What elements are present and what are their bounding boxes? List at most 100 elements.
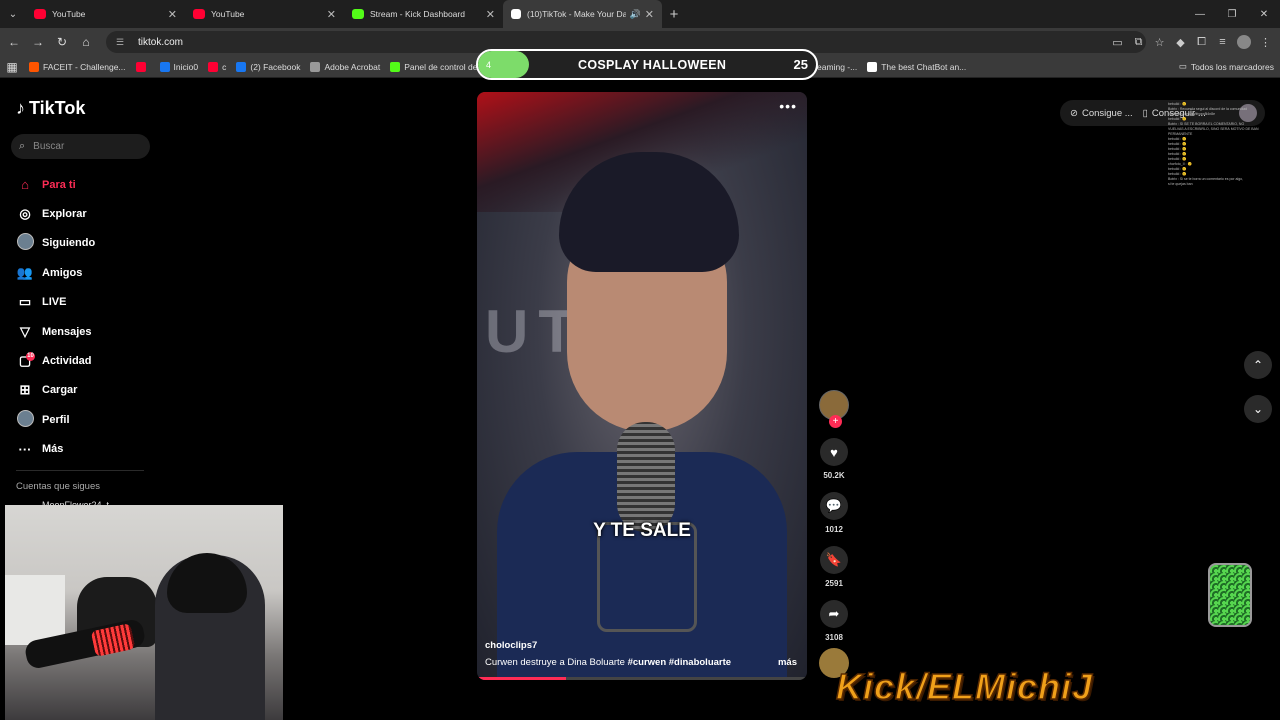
bookmark-item[interactable]: Panel de control de... [390, 61, 485, 72]
share-icon[interactable]: ➦ [820, 600, 848, 628]
search-input[interactable]: ⌕ Buscar [11, 134, 150, 159]
bookmark-item[interactable]: Adobe Acrobat [310, 61, 381, 72]
compass-icon: ◎ [19, 206, 31, 222]
bookmark-label: c [222, 61, 227, 72]
comment-action[interactable]: 💬 1012 [818, 492, 850, 534]
browser-menu-icon[interactable]: ⋮ [1255, 36, 1276, 49]
share-action[interactable]: ➦ 3108 [818, 600, 850, 642]
goal-title: COSPLAY HALLOWEEN [578, 57, 727, 72]
bookmark-item[interactable]: The best ChatBot an... [867, 61, 966, 72]
bookmark-star-icon[interactable]: ☆ [1149, 36, 1170, 49]
close-tab-icon[interactable]: ✕ [645, 8, 654, 21]
webcam-feed [5, 505, 283, 720]
speaker-icon[interactable]: 🔊 [630, 9, 641, 20]
sidebar-item-cargar[interactable]: ⊞ Cargar [16, 376, 95, 405]
tiktok-logo[interactable]: ♪ TikTok [16, 98, 85, 119]
goal-overlay: 4 COSPLAY HALLOWEEN 25 [476, 49, 818, 80]
webcam-shelf [5, 575, 65, 645]
more-button[interactable]: más [778, 657, 797, 668]
get-coins-button[interactable]: ⊘ Consigue ... [1070, 108, 1133, 119]
bookmark-label: (2) Facebook [250, 61, 301, 72]
close-tab-icon[interactable]: ✕ [486, 8, 495, 21]
browser-tab-tiktok[interactable]: (10)TikTok - Make Your Day 🔊 ✕ [503, 0, 662, 28]
media-control-icon[interactable]: ≡ [1212, 36, 1233, 48]
site-info-icon[interactable]: ☰ [116, 37, 128, 48]
forward-icon[interactable]: → [26, 35, 50, 49]
sidebar-item-mensajes[interactable]: ▽ Mensajes [16, 317, 95, 346]
close-tab-icon[interactable]: ✕ [327, 8, 336, 21]
kick-handle-banner: Kick/ELMichiJ [835, 665, 1094, 708]
home-browser-icon[interactable]: ⌂ [74, 35, 98, 49]
search-icon: ⌕ [19, 140, 26, 152]
more-icon: ··· [18, 441, 32, 457]
bookmark-item[interactable] [135, 61, 150, 72]
video-options-icon[interactable]: ••• [779, 98, 797, 114]
browser-tab-kick-dashboard[interactable]: Stream - Kick Dashboard ✕ [344, 0, 503, 28]
bookmark-label: Adobe Acrobat [324, 61, 381, 72]
bookmark-item[interactable]: Inicio0 [159, 61, 198, 72]
coin-icon: ⊘ [1070, 107, 1078, 119]
sidebar-item-más[interactable]: ··· Más [16, 435, 95, 464]
video-progress-bar[interactable] [477, 677, 807, 680]
stream-chat-overlay: bebuild : 🙂 Botrix : Recuerda segui al di… [1168, 102, 1278, 187]
bookmark-item[interactable]: (2) Facebook [236, 61, 301, 72]
translate-icon[interactable]: ⧉ [1128, 36, 1149, 49]
next-video-button[interactable]: ⌄ [1244, 395, 1272, 423]
browser-tab-youtube-2[interactable]: YouTube ✕ [185, 0, 344, 28]
comment-icon[interactable]: 💬 [820, 492, 848, 520]
extension-icon[interactable]: ◆ [1170, 36, 1191, 49]
bookmark-favicon-icon [159, 61, 170, 72]
goal-count: 25 [793, 57, 808, 72]
back-icon[interactable]: ← [2, 35, 26, 49]
folder-icon: ▭ [1178, 61, 1187, 71]
sidebar-item-label: Perfil [42, 413, 70, 426]
avatar [16, 233, 34, 251]
reload-icon[interactable]: ↻ [50, 35, 74, 49]
window-controls: — ❐ ✕ [1184, 0, 1280, 28]
video-author[interactable]: choloclips7 [485, 640, 537, 651]
apps-grid-icon[interactable]: ▦ [0, 60, 24, 74]
save-action[interactable]: 🔖 2591 [818, 546, 850, 588]
extensions-puzzle-icon[interactable]: ⧠ [1191, 36, 1212, 49]
like-action[interactable]: ♥ 50.2K [818, 438, 850, 480]
video-progress-fill [477, 677, 567, 680]
previous-video-button[interactable]: ⌃ [1244, 351, 1272, 379]
tiktok-favicon-icon [511, 9, 521, 19]
avatar [16, 409, 34, 427]
close-tab-icon[interactable]: ✕ [168, 8, 177, 21]
tab-search-chevron-icon[interactable]: ⌄ [0, 9, 26, 20]
tab-title: YouTube [52, 9, 86, 19]
follow-plus-icon[interactable]: + [829, 415, 842, 428]
all-bookmarks[interactable]: ▭ Todos los marcadores [1179, 61, 1274, 72]
bookmark-item[interactable]: FACEIT - Challenge... [29, 61, 126, 72]
sidebar-item-para-ti[interactable]: ⌂ Para ti [16, 170, 95, 199]
creator-avatar[interactable]: + [819, 390, 849, 428]
bookmark-item[interactable]: c [208, 61, 227, 72]
save-count: 2591 [825, 579, 843, 588]
restore-icon[interactable]: ❐ [1216, 9, 1248, 20]
cast-icon[interactable]: ▭ [1107, 36, 1128, 49]
logo-text: TikTok [29, 98, 86, 118]
video-player[interactable]: UTA ••• Y TE SALE choloclips7 Curwen des… [477, 92, 807, 680]
sidebar-item-amigos[interactable]: 👥 Amigos [16, 258, 95, 287]
donation-jar-overlay [1208, 563, 1252, 627]
sidebar-item-perfil[interactable]: Perfil [16, 405, 95, 434]
profile-avatar[interactable] [1237, 35, 1251, 49]
browser-tab-youtube-1[interactable]: YouTube ✕ [26, 0, 185, 28]
sidebar-item-siguiendo[interactable]: Siguiendo [16, 229, 95, 258]
new-tab-button[interactable]: + [662, 6, 686, 23]
sidebar-item-explorar[interactable]: ◎ Explorar [16, 199, 95, 228]
close-window-icon[interactable]: ✕ [1248, 9, 1280, 20]
heart-icon[interactable]: ♥ [820, 438, 848, 466]
bookmark-favicon-icon [208, 61, 219, 72]
sidebar-item-label: Mensajes [42, 325, 92, 338]
description-hashtags[interactable]: #curwen #dinaboluarte [628, 657, 731, 668]
minimize-icon[interactable]: — [1184, 9, 1216, 20]
comment-count: 1012 [825, 525, 843, 534]
sidebar-item-label: Explorar [42, 208, 87, 221]
sidebar-item-live[interactable]: ▭ LIVE [16, 288, 95, 317]
search-placeholder: Buscar [33, 141, 65, 152]
kick-favicon-icon [352, 9, 364, 19]
bookmark-icon[interactable]: 🔖 [820, 546, 848, 574]
sidebar-item-actividad[interactable]: ▢ 10 Actividad [16, 346, 95, 375]
